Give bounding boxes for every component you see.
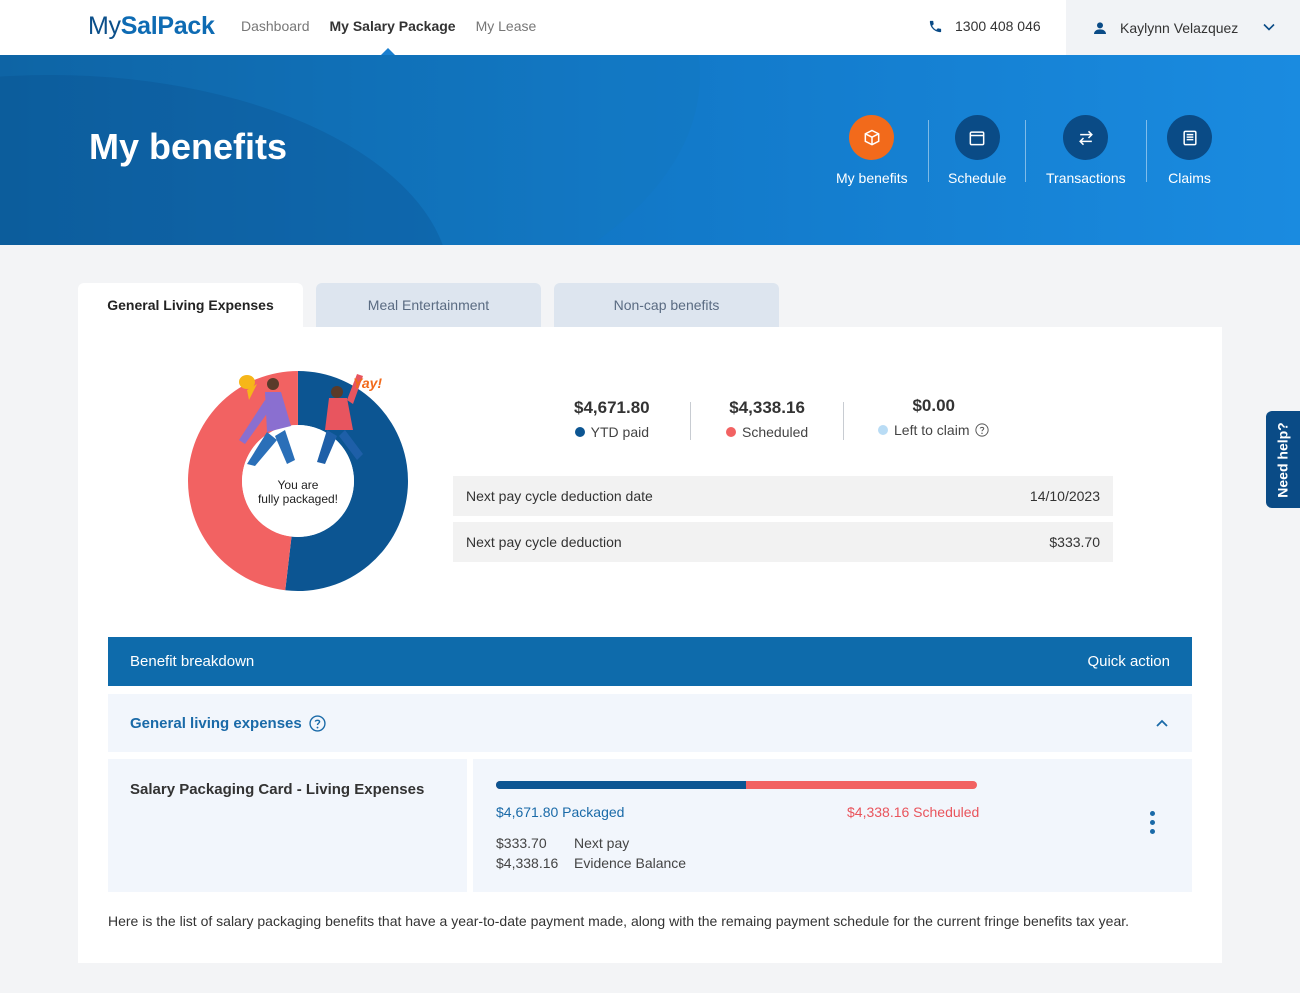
section-title: General living expenses — [130, 714, 302, 732]
breakdown-footnote: Here is the list of salary packaging ben… — [108, 913, 1130, 929]
quick-action-header: Quick action — [1087, 653, 1170, 670]
benefit-item-name: Salary Packaging Card - Living Expenses — [130, 781, 425, 798]
legend-dot — [726, 427, 736, 437]
scheduled-amount-label: $4,338.16 Scheduled — [847, 804, 980, 820]
donut-message-line: You are — [277, 478, 319, 492]
tab-non-cap-benefits[interactable]: Non-cap benefits — [554, 283, 779, 327]
general-living-expenses-section[interactable]: General living expenses — [108, 694, 1192, 752]
packaged-progress-fill — [496, 781, 747, 789]
tab-general-living-expenses[interactable]: General Living Expenses — [78, 283, 303, 327]
chevron-up-icon[interactable] — [1154, 715, 1170, 731]
logo-text-my: My — [88, 12, 121, 40]
quick-nav-label: Transactions — [1046, 170, 1126, 186]
logo-text-salpack: SalPack — [120, 12, 215, 40]
info-label: Next pay cycle deduction — [466, 534, 622, 550]
divider — [928, 120, 929, 182]
nav-dashboard[interactable]: Dashboard — [241, 18, 310, 34]
quick-nav-claims[interactable]: Claims — [1167, 115, 1212, 186]
quick-nav-label: Schedule — [948, 170, 1007, 186]
packaged-amount-label: $4,671.80 Packaged — [496, 804, 625, 820]
info-value: 14/10/2023 — [1029, 488, 1100, 504]
page-title: My benefits — [89, 126, 288, 167]
calendar-icon — [954, 115, 1000, 160]
need-help-label: Need help? — [1275, 421, 1291, 498]
stat-value: $4,338.16 — [729, 398, 805, 417]
swap-arrows-icon — [1063, 115, 1109, 160]
donut-message-line: fully packaged! — [257, 492, 339, 506]
divider — [843, 402, 844, 440]
evidence-balance-detail: $4,338.16 Evidence Balance — [496, 855, 686, 871]
stat-label: Left to claim — [894, 422, 970, 438]
stat-value: $0.00 — [912, 396, 956, 415]
hero-banner: My benefits My benefits Schedule Transac… — [0, 55, 1300, 245]
quick-nav-label: Claims — [1168, 170, 1211, 186]
nav-my-salary-package[interactable]: My Salary Package — [330, 18, 456, 34]
benefit-item-name-cell: Salary Packaging Card - Living Expenses — [108, 759, 467, 892]
user-icon — [1094, 21, 1106, 34]
stat-label: YTD paid — [590, 424, 649, 440]
receipt-icon — [1167, 115, 1212, 160]
next-pay-date-row: Next pay cycle deduction date 14/10/2023 — [453, 476, 1113, 516]
detail-label: Next pay — [574, 835, 630, 851]
help-circle-icon[interactable] — [975, 423, 990, 437]
packaged-progress-bar — [496, 781, 977, 789]
active-nav-indicator — [381, 48, 395, 55]
detail-amount: $333.70 — [496, 835, 547, 851]
divider — [1025, 120, 1026, 182]
benefit-item-details-cell: $4,671.80 Packaged $4,338.16 Scheduled $… — [473, 759, 1192, 892]
quick-nav-transactions[interactable]: Transactions — [1046, 115, 1126, 186]
next-pay-deduction-row: Next pay cycle deduction $333.70 — [453, 522, 1113, 562]
stat-scheduled: $4,338.16 Scheduled — [726, 398, 808, 440]
user-name: Kaylynn Velazquez — [1120, 19, 1239, 36]
tab-meal-entertainment[interactable]: Meal Entertainment — [316, 283, 541, 327]
help-circle-icon[interactable] — [309, 714, 326, 732]
quick-nav-label: My benefits — [836, 170, 908, 186]
top-navigation-bar: MySalPack Dashboard My Salary Package My… — [0, 0, 1300, 55]
chevron-down-icon — [1263, 23, 1275, 31]
next-pay-detail: $333.70 Next pay — [496, 835, 629, 851]
phone-number: 1300 408 046 — [955, 18, 1041, 34]
mysalpack-logo[interactable]: MySalPack — [88, 12, 215, 41]
stat-ytd-paid: $4,671.80 YTD paid — [574, 398, 650, 440]
phone-contact[interactable]: 1300 408 046 — [928, 18, 1041, 34]
legend-dot — [574, 427, 585, 437]
detail-amount: $4,338.16 — [496, 855, 559, 871]
yay-text: Yay! — [353, 375, 382, 391]
phone-icon — [929, 20, 942, 32]
stat-value: $4,671.80 — [574, 398, 650, 417]
nav-my-lease[interactable]: My Lease — [476, 18, 537, 34]
stat-label: Scheduled — [742, 424, 809, 440]
breakdown-title: Benefit breakdown — [130, 653, 255, 670]
main-nav: Dashboard My Salary Package My Lease — [241, 18, 536, 34]
need-help-button[interactable]: Need help? — [1266, 411, 1300, 508]
detail-label: Evidence Balance — [574, 855, 687, 871]
donut-message: You are fully packaged! — [243, 478, 353, 506]
divider — [690, 402, 691, 440]
more-options-icon[interactable] — [1150, 811, 1155, 834]
divider — [1146, 120, 1147, 182]
info-label: Next pay cycle deduction date — [466, 488, 653, 504]
legend-dot — [878, 425, 888, 435]
box-icon — [849, 115, 895, 160]
quick-nav-my-benefits[interactable]: My benefits — [836, 115, 908, 186]
benefit-breakdown-header: Benefit breakdown Quick action — [108, 637, 1192, 686]
user-menu[interactable]: Kaylynn Velazquez — [1066, 0, 1300, 55]
quick-nav-schedule[interactable]: Schedule — [948, 115, 1006, 186]
info-value: $333.70 — [1049, 534, 1100, 550]
stat-left-to-claim: $0.00 Left to claim — [878, 396, 990, 438]
